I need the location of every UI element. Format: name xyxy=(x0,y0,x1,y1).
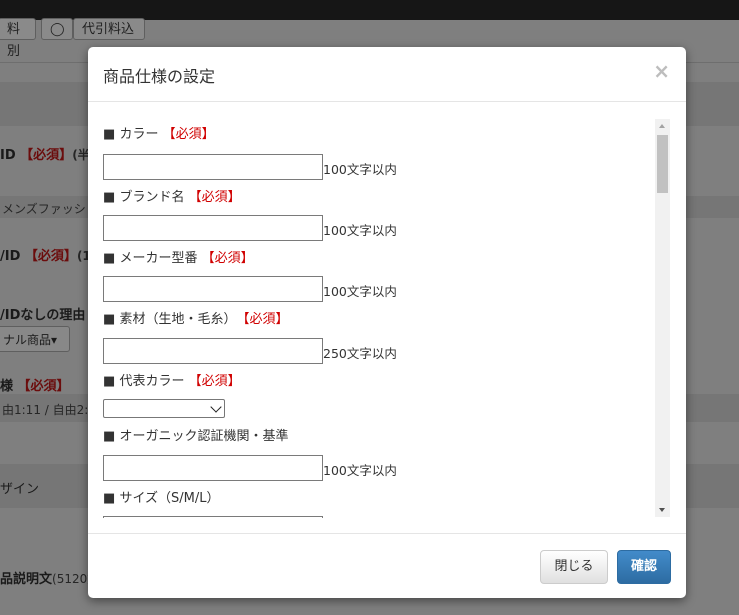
form-scrollbar[interactable] xyxy=(655,119,670,517)
field-label-organic-certification: ■ オーガニック認証機関・基準 xyxy=(103,429,289,444)
representative-color-select[interactable] xyxy=(103,399,225,418)
model-number-hint: 100文字以内 xyxy=(323,284,397,299)
field-label-representative-color: ■ 代表カラー 【必須】 xyxy=(103,374,241,389)
scrollbar-thumb[interactable] xyxy=(657,135,668,193)
brand-hint: 100文字以内 xyxy=(323,223,397,238)
material-hint: 250文字以内 xyxy=(323,346,397,361)
brand-input[interactable] xyxy=(103,215,323,241)
color-input[interactable] xyxy=(103,154,323,180)
model-number-input[interactable] xyxy=(103,276,323,302)
field-label-size: ■ サイズ（S/M/L） xyxy=(103,491,220,506)
field-label-material: ■ 素材（生地・毛糸） 【必須】 xyxy=(103,312,289,327)
modal-header: 商品仕様の設定 × xyxy=(88,47,686,102)
field-label-brand: ■ ブランド名 【必須】 xyxy=(103,190,241,205)
id-row-label: ID 【必須】(半 xyxy=(0,148,90,163)
required-badge: 【必須】 xyxy=(188,190,241,205)
category-text: メンズファッシ xyxy=(2,202,86,216)
organic-certification-input[interactable] xyxy=(103,455,323,481)
field-label-color: ■ カラー 【必須】 xyxy=(103,127,215,142)
organic-certification-hint: 100文字以内 xyxy=(323,463,397,478)
radio-icon: ◯ xyxy=(50,22,65,37)
spec-values-text: 由1:11 / 自由2:2 xyxy=(2,403,96,417)
id2-row-label: /ID 【必須】(1 xyxy=(0,249,91,264)
scroll-down-icon[interactable] xyxy=(659,508,665,512)
confirm-button[interactable]: 確認 xyxy=(617,550,671,584)
reason-row-label: /IDなしの理由 xyxy=(0,308,86,323)
required-badge: 【必須】 xyxy=(201,251,254,266)
color-hint: 100文字以内 xyxy=(323,162,397,177)
close-icon[interactable]: × xyxy=(653,59,670,83)
reason-dropdown[interactable]: ナル商品▾ xyxy=(0,326,70,352)
close-button[interactable]: 閉じる xyxy=(540,550,608,584)
spec-settings-modal: 商品仕様の設定 × ■ カラー 【必須】 100文字以内 ■ ブランド名 【必須… xyxy=(88,47,686,598)
material-input[interactable] xyxy=(103,338,323,364)
required-badge: 【必須】 xyxy=(162,127,215,142)
spec-form: ■ カラー 【必須】 100文字以内 ■ ブランド名 【必須】 100文字以内 … xyxy=(103,113,653,518)
chevron-down-icon xyxy=(210,401,222,413)
design-label: ザイン xyxy=(0,482,40,497)
description-label: 品説明文(5120文 xyxy=(0,572,100,587)
shipping-option-button[interactable]: 料別 xyxy=(0,18,36,59)
cod-included-button[interactable]: 代引料込 xyxy=(73,18,145,40)
required-badge: 【必須】 xyxy=(242,312,289,327)
modal-body: ■ カラー 【必須】 100文字以内 ■ ブランド名 【必須】 100文字以内 … xyxy=(88,103,686,533)
required-badge: 【必須】 xyxy=(188,374,241,389)
size-input[interactable] xyxy=(103,516,323,518)
spec-row-label: 様 【必須】 xyxy=(0,379,70,394)
top-bar xyxy=(0,0,739,20)
radio-button[interactable]: ◯ xyxy=(41,18,73,40)
field-label-model-number: ■ メーカー型番 【必須】 xyxy=(103,251,254,266)
modal-footer: 閉じる 確認 xyxy=(88,533,686,598)
scroll-up-icon[interactable] xyxy=(659,124,665,128)
modal-title: 商品仕様の設定 xyxy=(103,67,216,86)
